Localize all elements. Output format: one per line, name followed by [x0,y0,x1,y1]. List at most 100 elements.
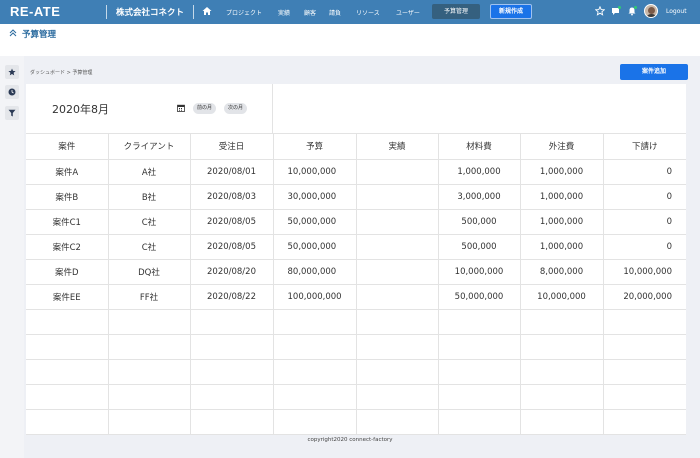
cell-project [26,409,109,435]
navbar-divider [106,5,107,19]
cell-project [26,384,109,410]
bell-icon[interactable] [627,6,637,16]
home-icon[interactable] [202,6,212,16]
cell-client [108,359,191,385]
cell-material-cost: 50,000,000 [438,284,521,310]
cell-project: 案件B [26,184,109,210]
table-row[interactable]: 案件B B社 2020/08/03 30,000,000 3,000,000 1,000,… [26,184,686,210]
cell-actual [356,184,439,210]
nav-item-project[interactable]: プロジェクト [226,8,262,17]
cell-actual [356,259,439,285]
cell-outsourcing-cost [520,384,604,410]
cell-order-date: 2020/08/03 [190,184,274,210]
cell-material-cost [438,309,521,335]
cell-budget: 30,000,000 [273,184,357,210]
cell-subcontract: 0 [603,234,686,260]
nav-item-users[interactable]: ユーザー [396,8,420,17]
table-body: 案件A A社 2020/08/01 10,000,000 1,000,000 1,000,… [26,159,686,435]
filter-icon [8,109,16,117]
table-row[interactable] [26,409,686,435]
cell-client [108,309,191,335]
star-icon [8,68,16,76]
cell-actual [356,334,439,360]
nav-item-budget[interactable]: 予算管理 [432,4,480,19]
chat-icon[interactable] [611,6,621,16]
avatar-body [646,14,657,17]
cell-project [26,334,109,360]
add-project-button[interactable]: 案件追加 [620,64,688,80]
avatar[interactable] [644,4,658,18]
rail-filter-button[interactable] [5,106,19,120]
table-row[interactable]: 案件C1 C社 2020/08/05 50,000,000 500,000 1,000,0… [26,209,686,235]
cell-order-date: 2020/08/20 [190,259,274,285]
cell-order-date [190,359,274,385]
cell-outsourcing-cost: 10,000,000 [520,284,604,310]
cell-client [108,384,191,410]
cell-actual [356,359,439,385]
new-create-button[interactable]: 新規作成 [490,4,532,19]
nav-item-customers[interactable]: 顧客 [304,8,316,17]
breadcrumb: ダッシュボード > 予算管理 [30,69,92,76]
logout-link[interactable]: Logout [666,8,687,15]
cell-material-cost [438,384,521,410]
column-header-actual[interactable]: 実績 [356,134,439,160]
cell-subcontract [603,409,686,435]
current-month: 2020年8月 [52,103,109,116]
table-row[interactable] [26,359,686,385]
breadcrumb-home[interactable]: ダッシュボード [30,70,65,76]
cell-actual [356,309,439,335]
next-month-button[interactable]: 次の月 [224,103,248,114]
left-rail [0,56,24,458]
table-row[interactable]: 案件D DQ社 2020/08/20 80,000,000 10,000,000 8,00… [26,259,686,285]
nav-item-results[interactable]: 実績 [278,8,290,17]
cell-subcontract: 10,000,000 [603,259,686,285]
cell-outsourcing-cost: 1,000,000 [520,159,604,185]
rail-history-button[interactable] [5,85,19,99]
double-chevron-up-icon[interactable] [9,29,17,37]
column-header-budget[interactable]: 予算 [273,134,357,160]
cell-subcontract [603,384,686,410]
cell-client: FF社 [108,284,191,310]
cell-outsourcing-cost: 8,000,000 [520,259,604,285]
cell-client: B社 [108,184,191,210]
cell-outsourcing-cost: 1,000,000 [520,234,604,260]
table-row[interactable] [26,309,686,335]
table-row[interactable]: 案件C2 C社 2020/08/05 50,000,000 500,000 1,000,0… [26,234,686,260]
nav-item-resources[interactable]: リソース [356,8,380,17]
column-header-outsourcing-cost[interactable]: 外注費 [520,134,604,160]
cell-material-cost: 1,000,000 [438,159,521,185]
cell-subcontract [603,334,686,360]
cell-material-cost [438,359,521,385]
cell-outsourcing-cost [520,309,604,335]
prev-month-button[interactable]: 前の月 [193,103,217,114]
nav-item-contracts[interactable]: 請負 [329,8,341,17]
cell-outsourcing-cost [520,334,604,360]
star-icon[interactable] [595,6,605,16]
page-title-bar: 予算管理 [0,24,700,42]
app-logo[interactable]: RE-ATE [10,4,60,19]
column-header-order-date[interactable]: 受注日 [190,134,274,160]
calendar-icon[interactable] [177,104,185,112]
column-header-project[interactable]: 案件 [26,134,109,160]
table-row[interactable]: 案件EE FF社 2020/08/22 100,000,000 50,000,000 10… [26,284,686,310]
cell-subcontract: 20,000,000 [603,284,686,310]
column-header-subcontract[interactable]: 下請け [603,134,686,160]
table-row[interactable] [26,384,686,410]
column-header-material-cost[interactable]: 材料費 [438,134,521,160]
company-name: 株式会社コネクト [116,8,185,18]
cell-subcontract [603,309,686,335]
cell-outsourcing-cost: 1,000,000 [520,209,604,235]
cell-project [26,359,109,385]
rail-favorites-button[interactable] [5,65,19,79]
breadcrumb-current: 予算管理 [72,70,93,76]
cell-order-date [190,384,274,410]
cell-client [108,409,191,435]
column-header-client[interactable]: クライアント [108,134,191,160]
cell-actual [356,159,439,185]
cell-project: 案件C2 [26,234,109,260]
cell-actual [356,209,439,235]
budget-table: 案件 クライアント 受注日 予算 実績 材料費 外注費 下請け 案件A A社 202… [26,134,686,435]
table-row[interactable]: 案件A A社 2020/08/01 10,000,000 1,000,000 1,000,… [26,159,686,185]
table-row[interactable] [26,334,686,360]
cell-order-date: 2020/08/05 [190,209,274,235]
